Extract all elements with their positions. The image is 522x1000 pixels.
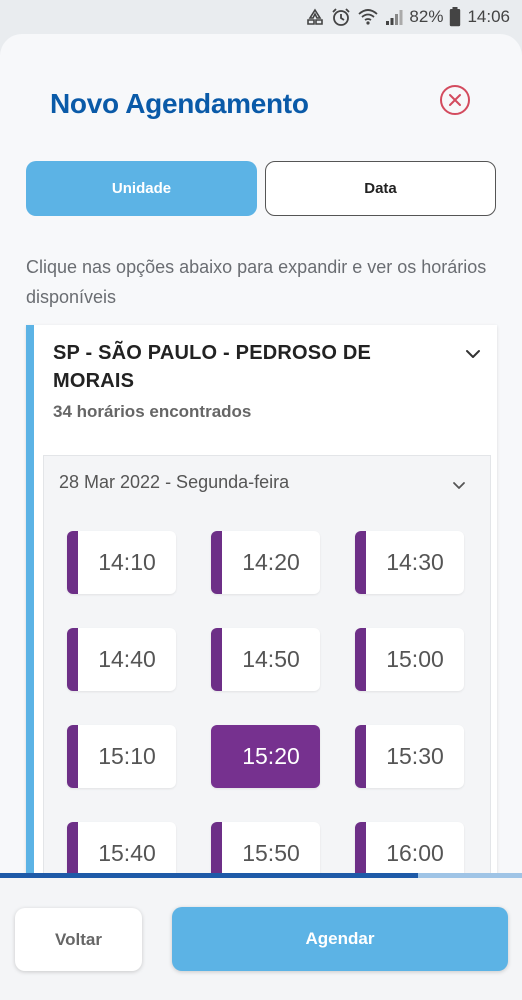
day-label[interactable]: 28 Mar 2022 - Segunda-feira xyxy=(59,472,289,493)
chevron-down-icon[interactable] xyxy=(449,476,469,496)
time-slot[interactable]: 15:00 xyxy=(355,628,464,691)
time-slot-selected[interactable]: 15:20 xyxy=(211,725,320,788)
close-icon[interactable] xyxy=(440,85,470,115)
time-slot[interactable]: 15:10 xyxy=(67,725,176,788)
clock: 14:06 xyxy=(467,7,510,26)
status-bar: 82% 14:06 xyxy=(0,0,522,34)
slot-count: 34 horários encontrados xyxy=(53,402,252,421)
recycle-icon xyxy=(305,8,325,26)
tab-data[interactable]: Data xyxy=(265,161,496,216)
chevron-down-icon[interactable] xyxy=(462,343,484,365)
time-slot[interactable]: 14:20 xyxy=(211,531,320,594)
schedule-button[interactable]: Agendar xyxy=(172,907,508,971)
instruction-text: Clique nas opções abaixo para expandir e… xyxy=(26,257,487,307)
day-section: 28 Mar 2022 - Segunda-feira 14:10 14:20 … xyxy=(43,455,491,885)
alarm-icon xyxy=(331,7,351,27)
time-slot[interactable]: 15:30 xyxy=(355,725,464,788)
footer-bar: Voltar Agendar xyxy=(0,878,522,1000)
page-title: Novo Agendamento xyxy=(50,88,309,119)
tab-unidade[interactable]: Unidade xyxy=(26,161,257,216)
time-slot[interactable]: 14:50 xyxy=(211,628,320,691)
signal-icon xyxy=(385,8,403,26)
time-slot[interactable]: 14:30 xyxy=(355,531,464,594)
time-slot[interactable]: 14:10 xyxy=(67,531,176,594)
wifi-icon xyxy=(357,8,379,26)
scheduling-sheet: Novo Agendamento Unidade Data Clique nas… xyxy=(0,34,522,1000)
time-slot[interactable]: 14:40 xyxy=(67,628,176,691)
battery-percent: 82% xyxy=(409,7,444,26)
unit-card[interactable]: SP - SÃO PAULO - PEDROSO DE MORAIS 34 ho… xyxy=(26,325,497,885)
battery-icon xyxy=(449,7,461,27)
back-button[interactable]: Voltar xyxy=(15,908,142,971)
unit-title: SP - SÃO PAULO - PEDROSO DE MORAIS xyxy=(53,342,372,392)
